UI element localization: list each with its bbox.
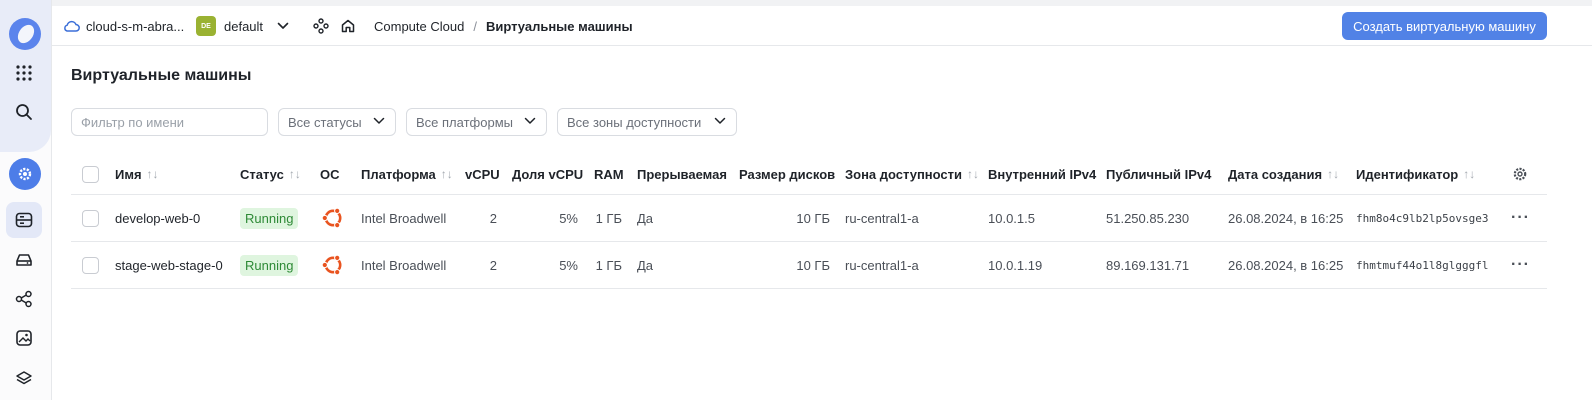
- breadcrumb-current: Виртуальные машины: [485, 18, 633, 34]
- row-checkbox[interactable]: [82, 256, 99, 274]
- top-bar: cloud-s-m-abra... DE default Compute Clo…: [52, 0, 1592, 46]
- table-settings-gear-icon[interactable]: [1512, 154, 1528, 194]
- vm-vcpu: 2: [489, 257, 497, 273]
- vm-platform: Intel Broadwell: [361, 210, 447, 226]
- disk-icon[interactable]: [6, 242, 42, 278]
- vm-name[interactable]: stage-web-stage-0: [115, 242, 223, 288]
- vm-name[interactable]: develop-web-0: [115, 195, 200, 241]
- vm-disk-size: 10 ГБ: [796, 210, 830, 226]
- row-actions-menu-icon[interactable]: ···: [1511, 195, 1530, 241]
- left-rail: [0, 0, 52, 400]
- compute-service-icon[interactable]: [9, 158, 41, 190]
- column-header-created[interactable]: Дата создания ↑↓: [1228, 154, 1339, 194]
- service-map-icon[interactable]: [313, 6, 329, 46]
- breadcrumb-separator: /: [473, 18, 477, 34]
- image-icon[interactable]: [6, 320, 42, 356]
- sort-icon: ↑↓: [146, 167, 159, 181]
- column-header-ram: RAM: [594, 166, 624, 182]
- vm-preemptible: Да: [637, 210, 654, 226]
- status-badge: Running: [240, 254, 299, 276]
- column-header-os: ОС: [320, 166, 340, 182]
- sort-icon: ↑↓: [288, 167, 301, 181]
- home-icon[interactable]: [340, 6, 356, 46]
- column-header-zone[interactable]: Зона доступности ↑↓: [845, 154, 979, 194]
- column-header-name[interactable]: Имя ↑↓: [115, 154, 159, 194]
- column-header-vcpu: vCPU: [465, 166, 500, 182]
- create-vm-button[interactable]: Создать виртуальную машину: [1342, 12, 1547, 40]
- column-header-status[interactable]: Статус ↑↓: [240, 154, 301, 194]
- table-row[interactable]: develop-web-0 Running Intel Broadwell 2 …: [71, 195, 1547, 242]
- column-header-vcpu-share: Доля vCPU: [512, 166, 584, 182]
- sort-icon: ↑↓: [440, 167, 453, 181]
- vm-id[interactable]: fhmtmuf44o1l8glgggfl: [1356, 242, 1488, 288]
- chevron-down-icon: [714, 117, 726, 124]
- vm-id[interactable]: fhm8o4c9lb2lp5ovsge3: [1356, 195, 1488, 241]
- status-filter-label: Все статусы: [288, 114, 362, 130]
- table-header-row: Имя ↑↓ Статус ↑↓ ОС Платформа ↑↓ vCPU Доля …: [71, 154, 1547, 195]
- search-icon[interactable]: [6, 94, 42, 130]
- breadcrumb: Compute Cloud / Виртуальные машины: [374, 6, 633, 46]
- vm-created: 26.08.2024, в 16:25: [1228, 257, 1344, 273]
- select-all-checkbox[interactable]: [82, 165, 99, 183]
- column-header-public-ip: Публичный IPv4: [1106, 166, 1212, 182]
- cloud-name: cloud-s-m-abra...: [86, 18, 185, 34]
- vm-ram: 1 ГБ: [595, 257, 622, 273]
- vm-vcpu-share: 5%: [559, 257, 578, 273]
- platform-filter-label: Все платформы: [416, 114, 513, 130]
- column-header-id[interactable]: Идентификатор ↑↓: [1356, 154, 1475, 194]
- column-header-platform[interactable]: Платформа ↑↓: [361, 154, 453, 194]
- cloud-logo-icon[interactable]: [9, 18, 41, 50]
- chevron-down-icon: [524, 117, 536, 124]
- folder-selector[interactable]: DE default: [196, 6, 289, 46]
- vm-zone: ru-central1-a: [845, 257, 919, 273]
- platform-filter-select[interactable]: Все платформы: [406, 108, 547, 136]
- vm-zone: ru-central1-a: [845, 210, 919, 226]
- folder-badge: DE: [196, 16, 216, 36]
- ubuntu-icon: [321, 242, 345, 288]
- vm-platform: Intel Broadwell: [361, 257, 447, 273]
- sort-icon: ↑↓: [1327, 167, 1340, 181]
- vm-created: 26.08.2024, в 16:25: [1228, 210, 1344, 226]
- vm-ram: 1 ГБ: [595, 210, 622, 226]
- virtual-machines-icon[interactable]: [6, 202, 42, 238]
- zone-filter-select[interactable]: Все зоны доступности: [557, 108, 737, 136]
- vm-internal-ip: 10.0.1.19: [988, 257, 1043, 273]
- column-header-internal-ip: Внутренний IPv4: [988, 166, 1097, 182]
- cloud-selector[interactable]: cloud-s-m-abra...: [62, 6, 184, 46]
- row-checkbox[interactable]: [82, 209, 99, 227]
- layers-icon[interactable]: [6, 360, 42, 396]
- column-header-disk-size: Размер дисков: [739, 166, 836, 182]
- vm-disk-size: 10 ГБ: [796, 257, 830, 273]
- chevron-down-icon: [373, 117, 385, 124]
- sort-icon: ↑↓: [1463, 167, 1476, 181]
- vm-vcpu: 2: [489, 210, 497, 226]
- network-icon[interactable]: [6, 281, 42, 317]
- vm-public-ip: 51.250.85.230: [1106, 210, 1190, 226]
- cloud-icon: [64, 20, 80, 32]
- table-row[interactable]: stage-web-stage-0 Running Intel Broadwel…: [71, 242, 1547, 289]
- chevron-down-icon: [277, 22, 289, 29]
- vm-table: Имя ↑↓ Статус ↑↓ ОС Платформа ↑↓ vCPU Доля …: [71, 154, 1547, 289]
- zone-filter-label: Все зоны доступности: [567, 114, 702, 130]
- breadcrumb-compute-cloud[interactable]: Compute Cloud: [374, 19, 464, 34]
- status-badge: Running: [240, 207, 299, 229]
- name-filter-input[interactable]: Фильтр по имени: [71, 108, 268, 136]
- ubuntu-icon: [321, 195, 345, 241]
- vm-vcpu-share: 5%: [559, 210, 578, 226]
- column-header-preemptible: Прерываемая: [637, 166, 727, 182]
- folder-name: default: [224, 18, 264, 34]
- row-actions-menu-icon[interactable]: ···: [1511, 242, 1530, 288]
- sort-icon: ↑↓: [967, 167, 980, 181]
- page-title: Виртуальные машины: [71, 67, 252, 84]
- vm-preemptible: Да: [637, 257, 654, 273]
- services-grid-icon[interactable]: [6, 55, 42, 91]
- vm-public-ip: 89.169.131.71: [1106, 257, 1190, 273]
- status-filter-select[interactable]: Все статусы: [278, 108, 396, 136]
- vm-internal-ip: 10.0.1.5: [988, 210, 1035, 226]
